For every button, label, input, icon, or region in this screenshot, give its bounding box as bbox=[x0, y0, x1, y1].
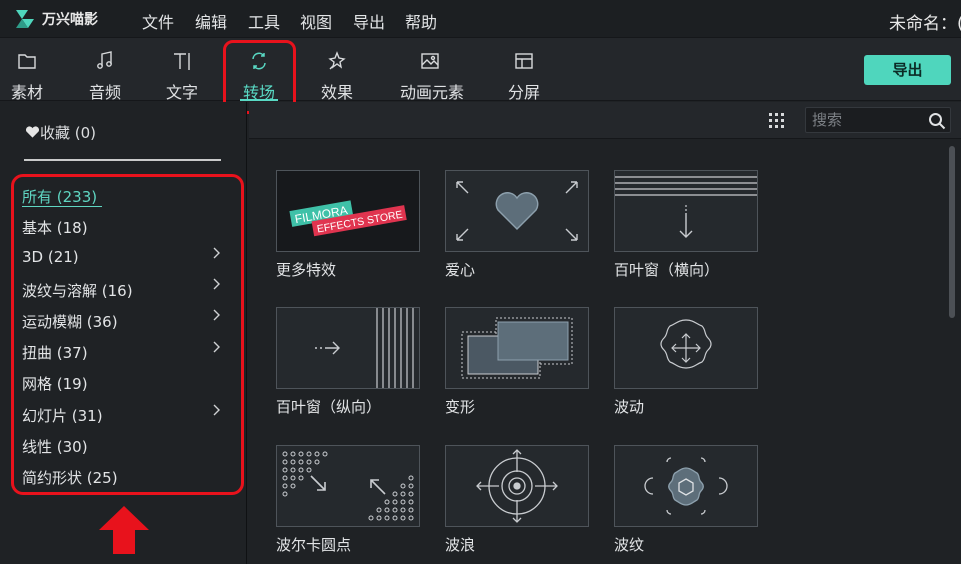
menu-edit[interactable]: 编辑 bbox=[195, 9, 227, 33]
transition-label: 波纹 bbox=[614, 536, 645, 554]
split-screen-icon bbox=[515, 53, 533, 69]
tab-media-label: 素材 bbox=[10, 83, 43, 102]
transition-label: 百叶窗（纵向） bbox=[276, 398, 382, 416]
blinds-vertical-thumbnail bbox=[276, 307, 420, 389]
menu-view[interactable]: 视图 bbox=[300, 9, 332, 33]
toolbar: 素材 音频 文字 转场 效果 动画元素 分屏 bbox=[0, 38, 961, 103]
morph-thumbnail bbox=[445, 307, 589, 389]
menu-file[interactable]: 文件 bbox=[142, 9, 174, 33]
wave-motion-thumbnail bbox=[614, 307, 758, 389]
tab-audio[interactable]: 音频 bbox=[75, 50, 135, 103]
export-button[interactable]: 导出 bbox=[864, 55, 951, 85]
content-header bbox=[249, 102, 961, 139]
menu-bar: 万兴喵影 文件 编辑 工具 视图 导出 帮助 未命名：( bbox=[0, 0, 961, 38]
app-brand: 万兴喵影 bbox=[42, 12, 98, 28]
ripple-thumbnail bbox=[614, 445, 758, 527]
effects-store-thumbnail: FILMORA EFFECTS STORE bbox=[276, 170, 420, 252]
image-icon bbox=[421, 53, 439, 69]
tab-elements[interactable]: 动画元素 bbox=[400, 50, 465, 103]
transition-label: 爱心 bbox=[445, 261, 476, 279]
sidebar-divider bbox=[24, 159, 221, 161]
menu-help[interactable]: 帮助 bbox=[405, 9, 437, 33]
gallery-scrollbar[interactable] bbox=[949, 146, 955, 318]
search-input[interactable] bbox=[812, 110, 922, 130]
blinds-horizontal-thumbnail bbox=[614, 170, 758, 252]
tab-media[interactable]: 素材 bbox=[0, 50, 57, 103]
search-box bbox=[805, 107, 951, 133]
category-sidebar: 收藏 (0) 所有 (233) 基本 (18) 3D (21) 波纹与溶解 (1… bbox=[0, 102, 247, 564]
favorites-label: 收藏 (0) bbox=[40, 124, 97, 142]
heart-transition-thumbnail bbox=[445, 170, 589, 252]
polka-dots-thumbnail bbox=[276, 445, 420, 527]
favorites-item[interactable]: 收藏 (0) bbox=[25, 122, 96, 143]
folder-icon bbox=[18, 54, 36, 69]
transition-label: 变形 bbox=[445, 398, 476, 416]
document-title: 未命名：( bbox=[889, 14, 961, 34]
transition-label: 波尔卡圆点 bbox=[276, 536, 352, 554]
grid-view-icon[interactable] bbox=[768, 112, 785, 129]
tab-split-screen[interactable]: 分屏 bbox=[494, 50, 554, 103]
tab-text[interactable]: 文字 bbox=[152, 50, 212, 103]
tab-audio-label: 音频 bbox=[88, 83, 121, 102]
tab-elements-label: 动画元素 bbox=[400, 83, 465, 102]
menu-tools[interactable]: 工具 bbox=[248, 9, 280, 33]
menu-export[interactable]: 导出 bbox=[353, 9, 385, 33]
effects-icon bbox=[328, 51, 346, 70]
transition-label: 更多特效 bbox=[276, 261, 337, 279]
transition-label: 百叶窗（横向） bbox=[614, 261, 720, 279]
red-up-arrow-icon bbox=[99, 506, 149, 554]
app-logo-icon bbox=[16, 10, 34, 28]
tab-split-screen-label: 分屏 bbox=[507, 83, 540, 102]
text-icon bbox=[174, 53, 190, 70]
category-highlight-box bbox=[11, 174, 244, 495]
search-icon[interactable] bbox=[928, 112, 946, 130]
tab-effects[interactable]: 效果 bbox=[307, 50, 367, 103]
transition-label: 波动 bbox=[614, 398, 645, 416]
heart-icon bbox=[25, 126, 40, 138]
tab-text-label: 文字 bbox=[165, 83, 198, 102]
music-note-icon bbox=[97, 51, 112, 69]
tab-effects-label: 效果 bbox=[320, 83, 353, 102]
wave-thumbnail bbox=[445, 445, 589, 527]
transition-label: 波浪 bbox=[445, 536, 476, 554]
